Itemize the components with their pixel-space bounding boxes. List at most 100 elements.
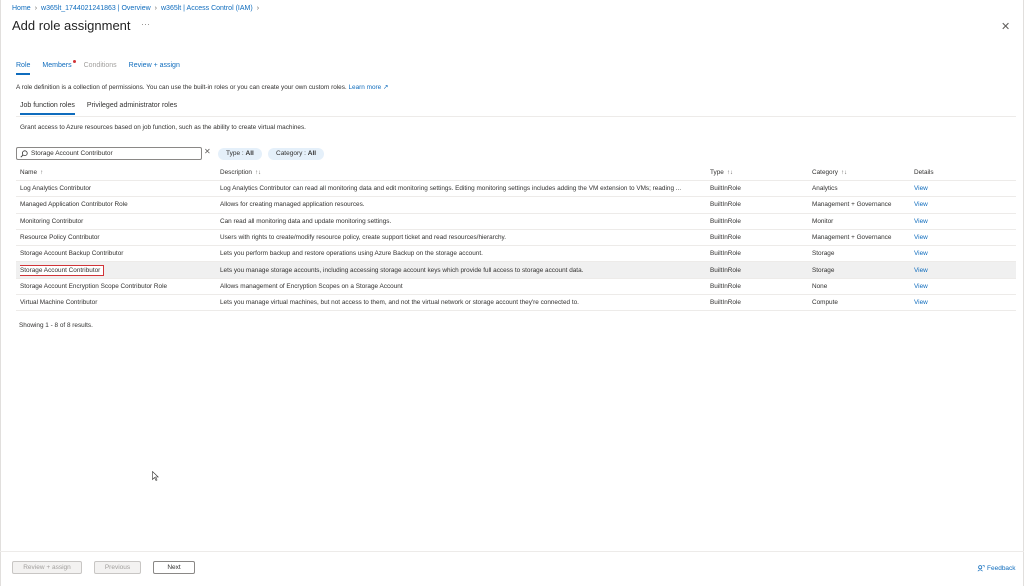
view-details-link-text: View: [914, 185, 928, 193]
breadcrumb-separator: ›: [34, 5, 38, 12]
search-input[interactable]: [31, 150, 201, 157]
column-header-type[interactable]: Type ↑↓: [710, 165, 805, 180]
role-type-cell-text: BuiltInRole: [710, 250, 741, 258]
category-filter-label: Category :: [276, 150, 308, 157]
table-row[interactable]: Storage Account Backup Contributor Lets y…: [16, 246, 1016, 263]
sort-icon: ↑↓: [726, 169, 733, 176]
view-details-link[interactable]: View: [914, 279, 974, 294]
role-category-cell: Storage: [812, 262, 907, 277]
sort-ascending-icon: ↑: [40, 169, 44, 176]
role-description-cell: Users with rights to create/modify resou…: [220, 230, 704, 245]
view-details-link[interactable]: View: [914, 181, 974, 196]
wizard-tabs: Role Members Conditions Review + assign: [16, 60, 180, 75]
role-type-cell: BuiltInRole: [710, 197, 805, 212]
table-row[interactable]: Resource Policy Contributor Users with ri…: [16, 230, 1016, 247]
view-details-link-text: View: [914, 266, 928, 274]
role-type-cell-text: BuiltInRole: [710, 266, 741, 274]
role-description-cell-text: Users with rights to create/modify resou…: [220, 234, 507, 242]
view-details-link[interactable]: View: [914, 197, 974, 212]
breadcrumb-separator: ›: [256, 5, 260, 12]
next-button[interactable]: Next: [153, 561, 195, 574]
tab-role[interactable]: Role: [16, 62, 31, 75]
external-link-icon: ↗: [382, 84, 389, 91]
view-details-link[interactable]: View: [914, 295, 974, 310]
type-filter-pill[interactable]: Type : All: [218, 148, 262, 160]
category-filter-pill[interactable]: Category : All: [268, 148, 325, 160]
clear-search-icon[interactable]: ✕: [204, 147, 211, 156]
column-header-type-label: Type: [710, 169, 724, 176]
table-row[interactable]: Monitoring Contributor Can read all monit…: [16, 214, 1016, 230]
tab-review-assign[interactable]: Review + assign: [129, 62, 180, 75]
role-description-cell: Lets you manage virtual machines, but no…: [220, 295, 704, 310]
breadcrumb-home[interactable]: Home: [12, 5, 31, 12]
breadcrumb-iam[interactable]: w365lt | Access Control (IAM): [161, 5, 253, 12]
feedback-label: Feedback: [987, 564, 1016, 572]
table-row[interactable]: Managed Application Contributor Role Allo…: [16, 197, 1016, 214]
role-description-cell: Allows management of Encryption Scopes o…: [220, 279, 704, 294]
role-type-cell: BuiltInRole: [710, 214, 805, 229]
view-details-link[interactable]: View: [914, 262, 974, 277]
column-header-name-label: Name: [20, 169, 38, 176]
role-type-cell-text: BuiltInRole: [710, 282, 741, 290]
breadcrumb-separator: ›: [154, 5, 157, 12]
role-category-cell-text: None: [812, 282, 828, 290]
role-category-cell: Management + Governance: [812, 197, 907, 212]
tab-members[interactable]: Members: [42, 60, 76, 75]
search-box[interactable]: [16, 147, 202, 160]
role-description-cell: Log Analytics Contributor can read all m…: [220, 181, 704, 196]
feedback-icon: [977, 565, 985, 572]
more-options-icon[interactable]: ···: [141, 19, 150, 29]
role-description-cell-text: Lets you manage storage accounts, includ…: [220, 266, 584, 274]
view-details-link-text: View: [914, 250, 928, 258]
category-filter-value: All: [307, 150, 317, 157]
role-name-cell-text: Monitoring Contributor: [20, 217, 84, 225]
tab-job-function-roles[interactable]: Job function roles: [20, 102, 75, 115]
feedback-link[interactable]: Feedback: [977, 564, 1016, 572]
view-details-link[interactable]: View: [914, 214, 974, 229]
role-name-cell: Log Analytics Contributor: [20, 181, 216, 196]
role-type-cell: BuiltInRole: [710, 246, 805, 261]
learn-more-link[interactable]: Learn more ↗: [349, 84, 389, 91]
table-body: Log Analytics Contributor Log Analytics C…: [16, 181, 1016, 312]
role-type-cell: BuiltInRole: [710, 230, 805, 245]
role-name-cell-text: Storage Account Encryption Scope Contrib…: [20, 282, 168, 290]
column-header-category[interactable]: Category ↑↓: [812, 165, 907, 180]
role-description-cell-text: Allows for creating managed application …: [220, 201, 365, 209]
table-row[interactable]: Storage Account Encryption Scope Contrib…: [16, 279, 1016, 296]
intro-text: A role definition is a collection of per…: [16, 83, 388, 91]
role-description-cell: Allows for creating managed application …: [220, 197, 704, 212]
table-row[interactable]: Log Analytics Contributor Log Analytics C…: [16, 181, 1016, 198]
role-name-cell-text: Log Analytics Contributor: [20, 185, 92, 193]
table-row[interactable]: Virtual Machine Contributor Lets you mana…: [16, 295, 1016, 312]
role-category-cell: Monitor: [812, 214, 907, 229]
role-type-cell-text: BuiltInRole: [710, 201, 741, 209]
role-name-cell-text: Resource Policy Contributor: [20, 234, 100, 242]
role-description-cell: Can read all monitoring data and update …: [220, 214, 704, 229]
role-description-cell-text: Can read all monitoring data and update …: [220, 217, 392, 225]
previous-button[interactable]: Previous: [94, 561, 141, 574]
intro-description: A role definition is a collection of per…: [16, 84, 347, 91]
tab-conditions[interactable]: Conditions: [84, 62, 117, 75]
table-row[interactable]: Storage Account Contributor Lets you mana…: [16, 262, 1016, 279]
column-header-name[interactable]: Name ↑: [20, 165, 216, 180]
review-assign-button[interactable]: Review + assign: [12, 561, 82, 574]
column-header-description[interactable]: Description ↑↓: [220, 165, 704, 180]
role-category-cell-text: Storage: [812, 266, 835, 274]
role-category-cell: None: [812, 279, 907, 294]
sort-icon: ↑↓: [840, 169, 847, 176]
results-count: Showing 1 - 8 of 8 results.: [19, 322, 93, 329]
learn-more-label: Learn more: [348, 84, 382, 91]
tab-privileged-administrator-roles[interactable]: Privileged administrator roles: [87, 102, 177, 115]
role-category-cell-text: Analytics: [812, 185, 838, 193]
close-icon[interactable]: ✕: [1001, 20, 1010, 33]
view-details-link-text: View: [914, 201, 928, 209]
view-details-link[interactable]: View: [914, 230, 974, 245]
role-description-cell-text: Lets you manage virtual machines, but no…: [220, 299, 579, 307]
view-details-link-text: View: [914, 282, 928, 290]
role-category-cell-text: Monitor: [812, 217, 834, 225]
role-name-cell-text: Storage Account Contributor: [20, 264, 105, 276]
footer-divider: [0, 551, 1024, 552]
view-details-link[interactable]: View: [914, 246, 974, 261]
required-dot-icon: [72, 60, 76, 63]
breadcrumb-overview[interactable]: w365lt_1744021241863 | Overview: [41, 5, 151, 12]
